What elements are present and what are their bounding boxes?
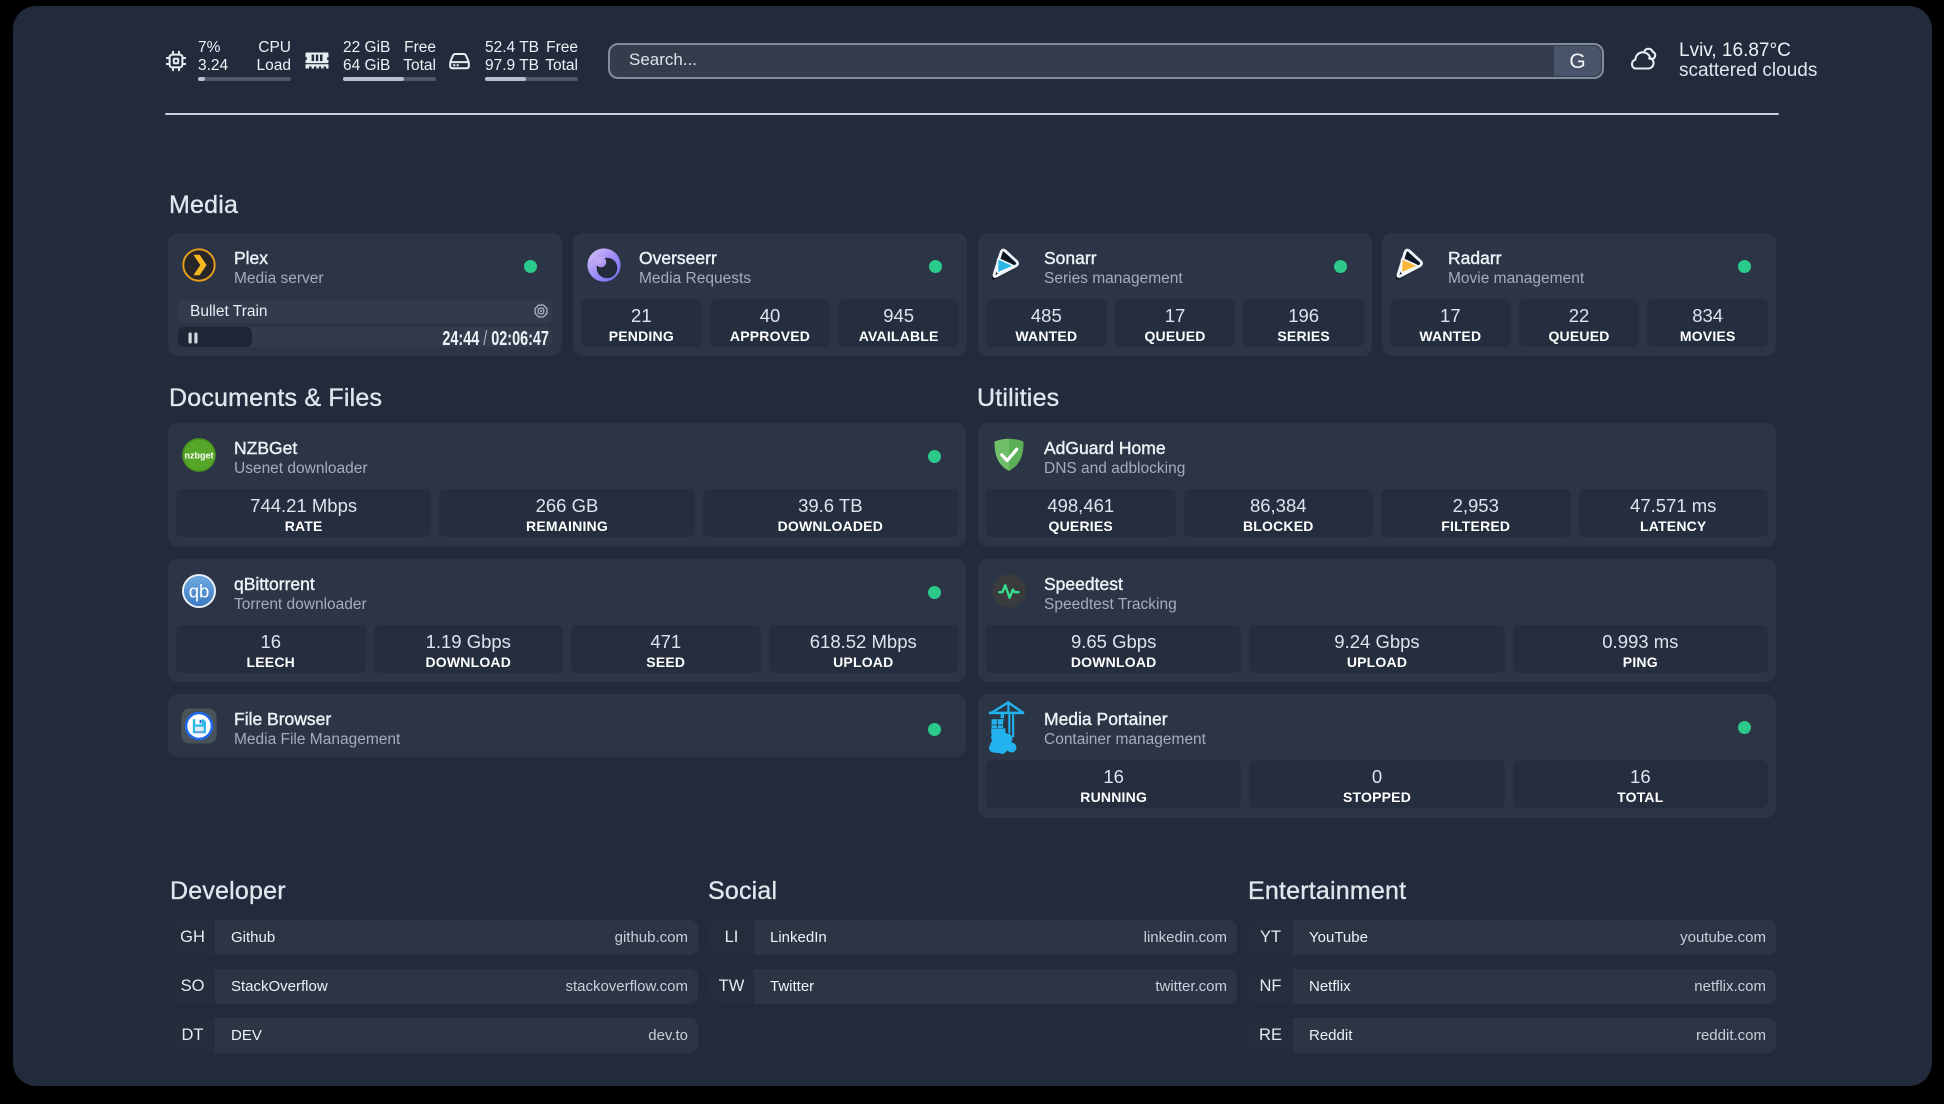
- svg-text:qb: qb: [189, 581, 210, 602]
- svg-text:nzbget: nzbget: [185, 451, 214, 461]
